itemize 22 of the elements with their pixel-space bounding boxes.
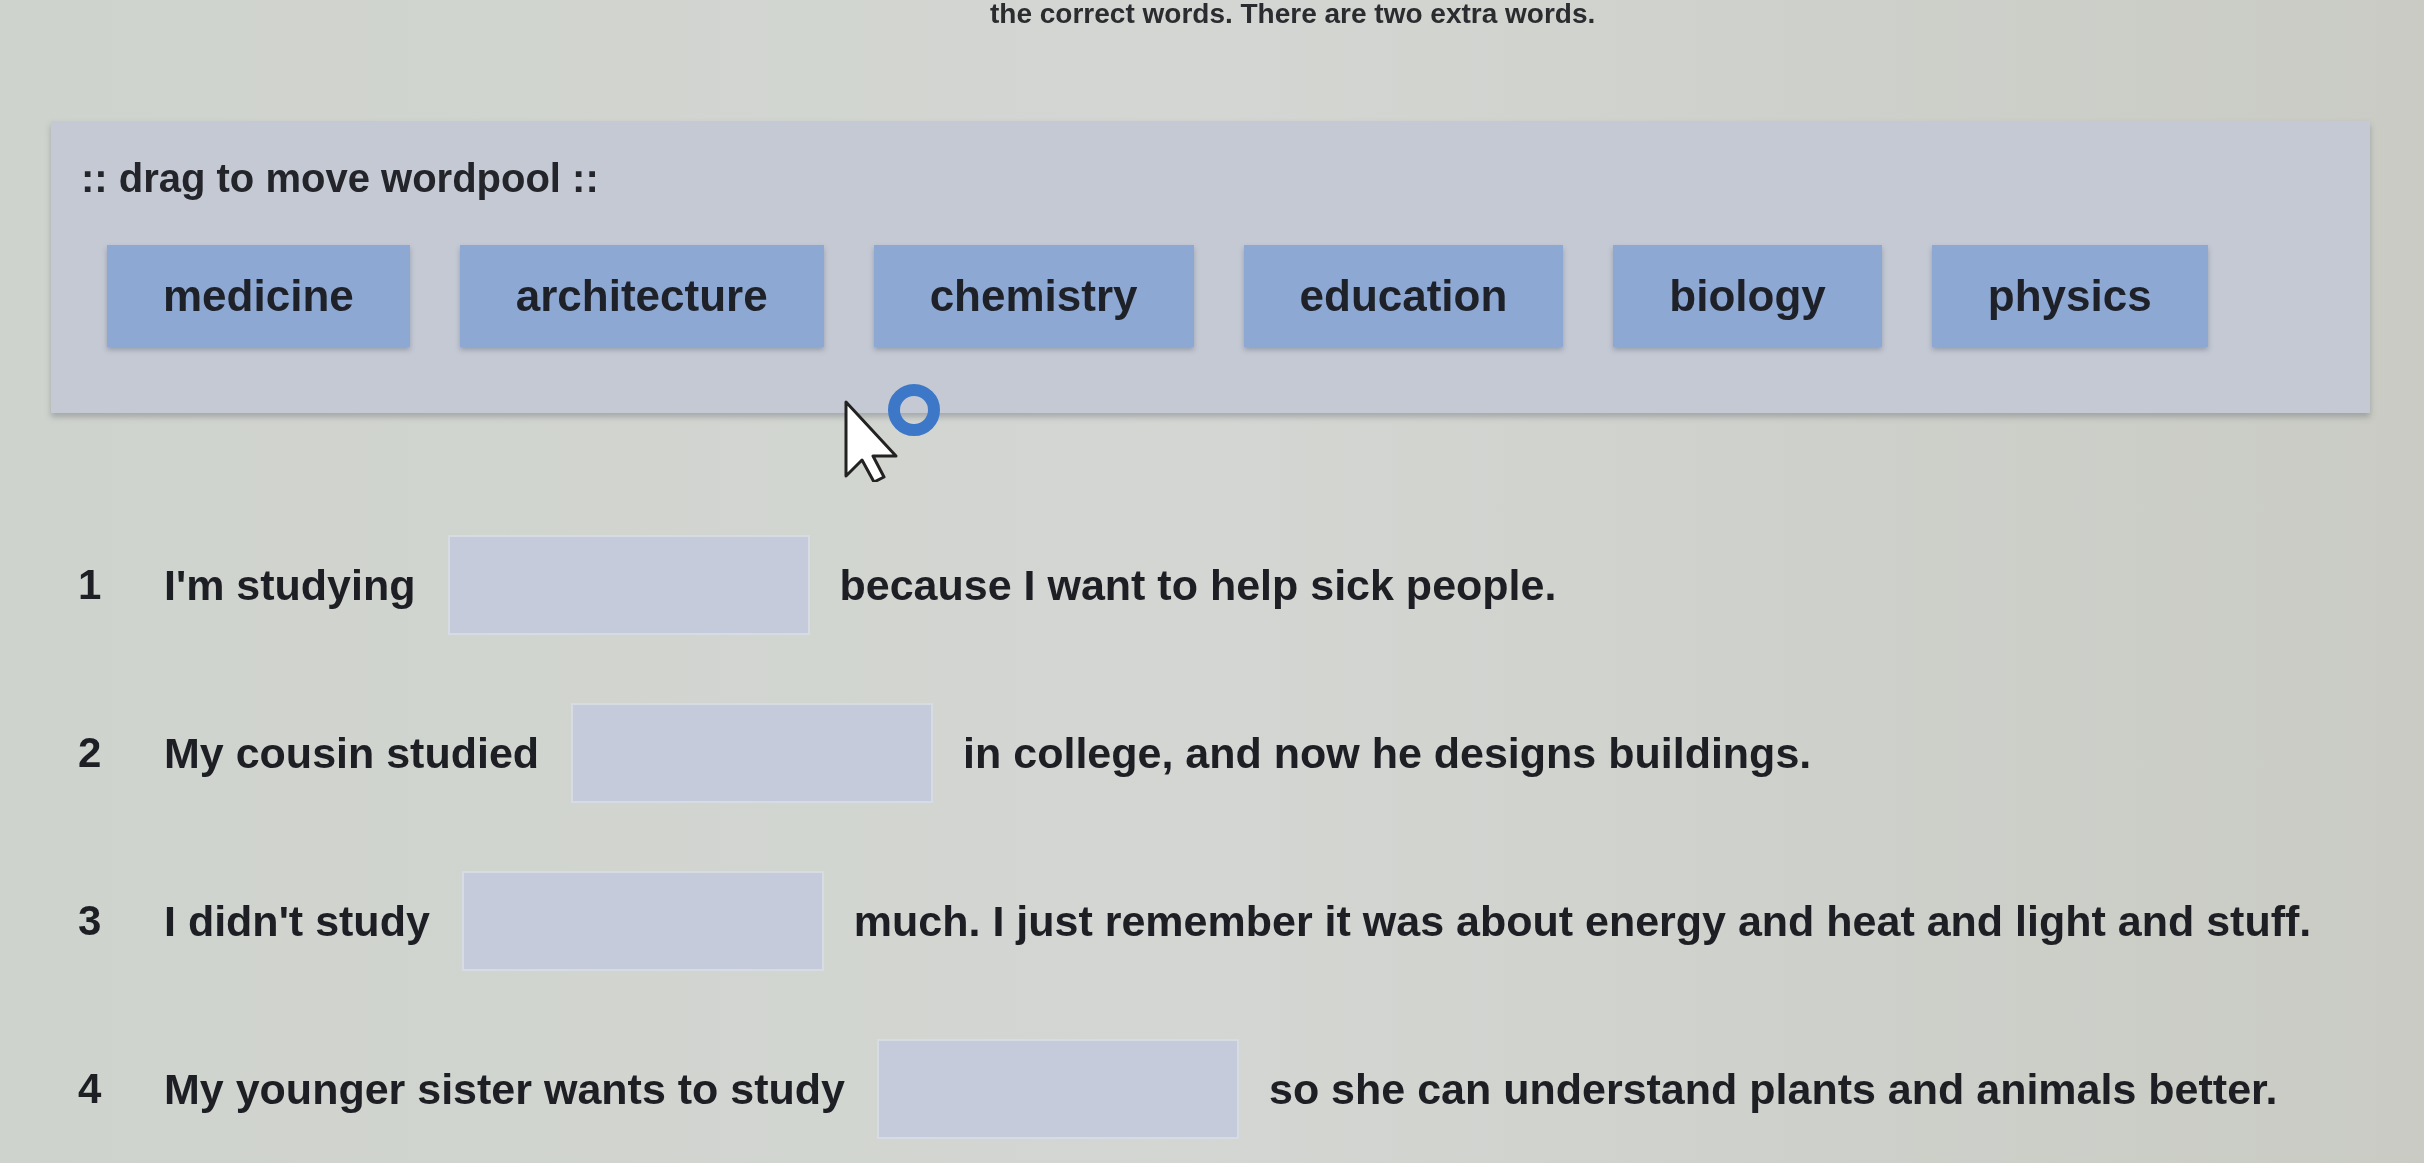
- word-tile[interactable]: medicine: [107, 245, 410, 347]
- word-tile[interactable]: architecture: [459, 245, 824, 347]
- sentence-text: I didn't study: [164, 896, 430, 946]
- sentence-text: My cousin studied: [164, 728, 540, 778]
- wordpool-panel[interactable]: :: drag to move wordpool :: medicine architecture chemistry education biology physics: [51, 121, 2370, 413]
- instruction-text: the correct words. There are two extra words.: [990, 0, 1596, 28]
- question-number: 2: [78, 729, 103, 777]
- sentence-text: My younger sister wants to study: [164, 1064, 845, 1114]
- question-number: 3: [78, 897, 103, 945]
- question-number: 1: [78, 561, 103, 609]
- busy-cursor-icon: [842, 384, 942, 482]
- question-number: 4: [78, 1065, 103, 1113]
- word-tile[interactable]: chemistry: [873, 245, 1194, 347]
- sentence-text: because I want to help sick people.: [839, 560, 1557, 610]
- word-tile[interactable]: physics: [1931, 245, 2208, 347]
- wordpool-drag-label: :: drag to move wordpool ::: [81, 155, 599, 201]
- word-tile[interactable]: education: [1243, 245, 1564, 347]
- sentence-text: much. I just remember it was about energy and heat and light and stuff.: [853, 896, 2312, 946]
- sentence-text: I'm studying: [164, 560, 416, 610]
- word-tile[interactable]: biology: [1613, 245, 1882, 347]
- sentence-text: in college, and now he designs buildings.: [963, 728, 1812, 778]
- sentence-text: so she can understand plants and animals better.: [1268, 1064, 2278, 1114]
